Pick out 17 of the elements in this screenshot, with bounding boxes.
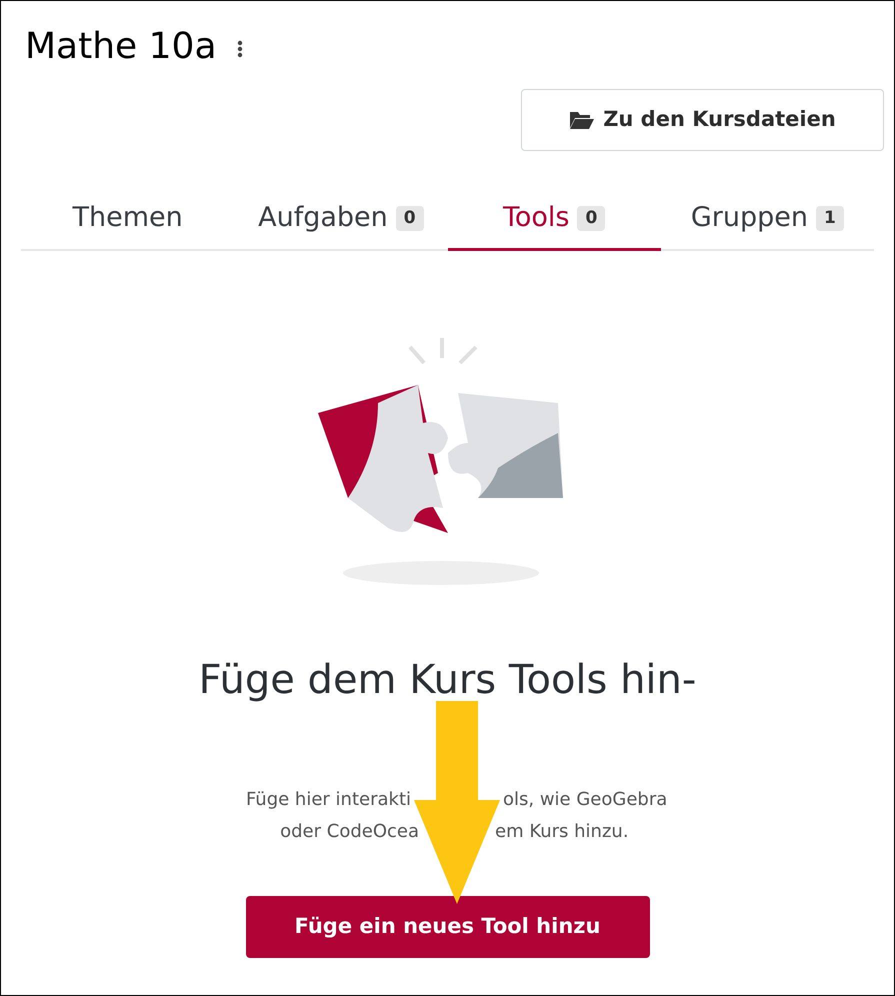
tab[interactable]: Aufgaben 0 — [234, 189, 448, 251]
empty-state-text: Füge hier interakti — [244, 788, 411, 812]
empty-state-text: oder CodeOcea — [279, 820, 419, 844]
count-badge: 0 — [396, 206, 424, 231]
count-badge: 0 — [577, 206, 606, 231]
empty-state-text: em Kurs hinzu. — [495, 820, 630, 844]
add-tool-button[interactable]: Füge ein neues Tool hinzu — [246, 896, 650, 958]
course-files-button[interactable]: Zu den Kursdateien — [521, 89, 884, 151]
empty-state-text: ols, wie GeoGebra — [503, 788, 668, 812]
tab[interactable]: Tools 0 — [448, 189, 661, 251]
more-options-icon[interactable] — [236, 40, 243, 58]
tab[interactable]: Gruppen 1 — [660, 189, 874, 251]
tab[interactable]: Themen — [21, 189, 234, 251]
empty-state-heading: Füge dem Kurs Tools hin- — [198, 660, 698, 700]
folder-icon — [569, 110, 596, 130]
count-badge: 1 — [816, 206, 844, 231]
course-title: Mathe 10a — [25, 29, 217, 65]
